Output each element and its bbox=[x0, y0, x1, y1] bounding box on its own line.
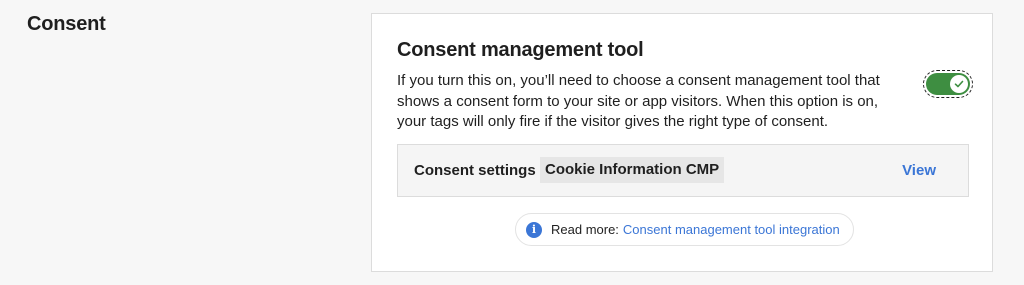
view-link[interactable]: View bbox=[902, 162, 936, 179]
check-icon bbox=[954, 80, 964, 88]
card-description: If you turn this on, you’ll need to choo… bbox=[397, 72, 880, 130]
section-title: Consent bbox=[27, 13, 106, 35]
consent-settings-row: Consent settings Cookie Information CMP … bbox=[397, 144, 969, 197]
card-title: Consent management tool bbox=[397, 39, 644, 61]
toggle-knob bbox=[950, 75, 968, 93]
info-icon: i bbox=[526, 221, 542, 238]
consent-card: Consent management tool If you turn this… bbox=[371, 13, 993, 272]
integration-link[interactable]: Consent management tool integration bbox=[623, 222, 840, 237]
settings-value: Cookie Information CMP bbox=[540, 157, 725, 183]
toggle-track bbox=[926, 73, 970, 95]
consent-toggle[interactable] bbox=[923, 70, 973, 98]
read-more-prefix: Read more: bbox=[551, 222, 619, 237]
read-more-pill: i Read more: Consent management tool int… bbox=[515, 213, 854, 246]
page: Consent Consent management tool If you t… bbox=[0, 0, 1024, 285]
settings-label: Consent settings bbox=[414, 162, 536, 179]
